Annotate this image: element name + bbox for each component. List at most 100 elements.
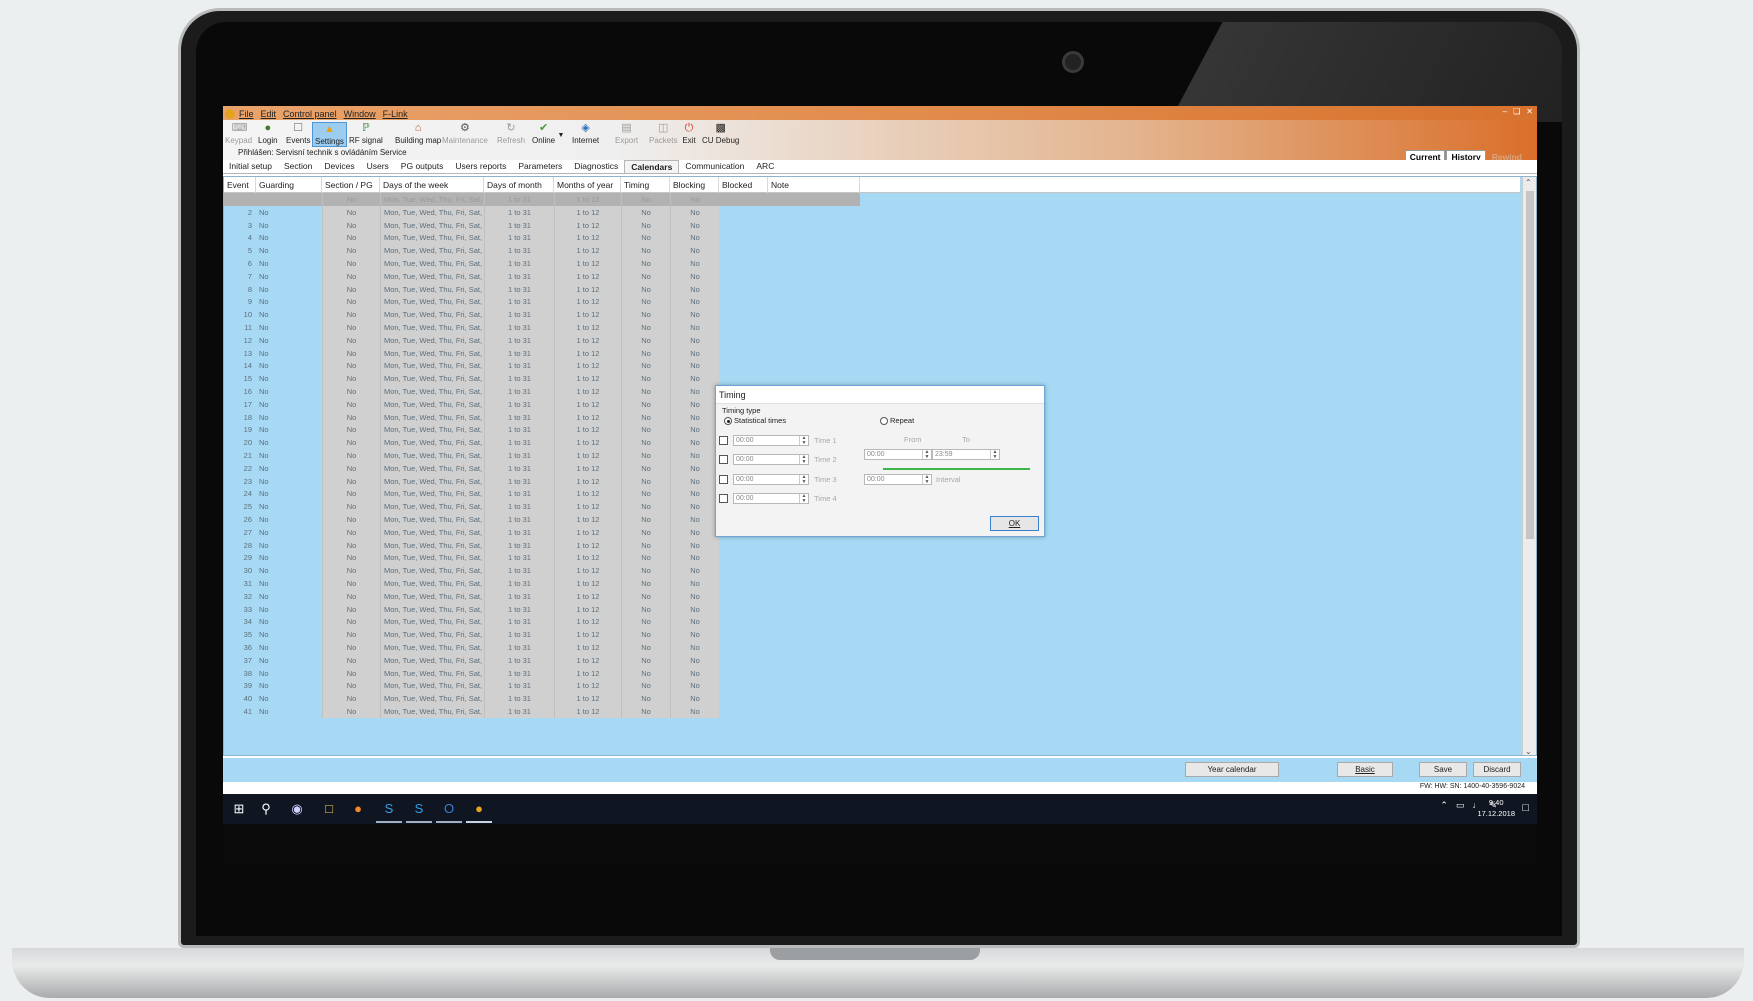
section-pg-cell[interactable]: No [322, 602, 380, 616]
guarding-cell[interactable]: No [256, 641, 322, 654]
days-of-month-cell[interactable]: 1 to 31 [484, 705, 554, 718]
months-of-year-cell[interactable]: 1 to 12 [554, 513, 621, 526]
event-number-cell[interactable]: 30 [224, 564, 256, 577]
blocking-cell[interactable]: No [670, 372, 719, 386]
days-of-week-cell[interactable]: Mon, Tue, Wed, Thu, Fri, Sat, ... [380, 513, 484, 526]
months-of-year-cell[interactable]: 1 to 12 [554, 231, 621, 245]
blocking-cell[interactable]: No [670, 193, 719, 206]
months-of-year-cell[interactable]: 1 to 12 [554, 551, 621, 565]
days-of-month-cell[interactable]: 1 to 31 [484, 692, 554, 706]
section-pg-cell[interactable]: No [322, 244, 380, 258]
table-row[interactable]: 9 No No Mon, Tue, Wed, Thu, Fri, Sat, ... 1 … [224, 295, 1520, 309]
days-of-month-cell[interactable]: 1 to 31 [484, 372, 554, 386]
section-pg-cell[interactable]: No [322, 500, 380, 514]
table-row[interactable]: 30 No No Mon, Tue, Wed, Thu, Fri, Sat, ... 1… [224, 564, 1520, 578]
section-pg-cell[interactable]: No [322, 385, 380, 398]
table-row[interactable]: 39 No No Mon, Tue, Wed, Thu, Fri, Sat, ... 1… [224, 679, 1520, 693]
guarding-cell[interactable]: No [256, 705, 322, 718]
section-pg-cell[interactable]: No [322, 205, 380, 219]
tab-pg-outputs[interactable]: PG outputs [395, 160, 450, 173]
table-row[interactable]: 41 No No Mon, Tue, Wed, Thu, Fri, Sat, ... 1… [224, 705, 1520, 718]
timing-cell[interactable]: No [621, 269, 670, 283]
tab-initial-setup[interactable]: Initial setup [223, 160, 278, 173]
days-of-month-cell[interactable]: 1 to 31 [484, 359, 554, 373]
table-row[interactable]: 2 No No Mon, Tue, Wed, Thu, Fri, Sat, ... 1 … [224, 205, 1520, 219]
blocking-cell[interactable]: No [670, 397, 719, 411]
event-number-cell[interactable]: 2 [224, 206, 256, 219]
months-of-year-cell[interactable]: 1 to 12 [554, 705, 621, 718]
section-pg-cell[interactable]: No [322, 410, 380, 424]
column-header-days-of-month[interactable]: Days of month [484, 177, 554, 193]
timing-cell[interactable]: No [621, 308, 670, 322]
time-2-checkbox[interactable] [719, 455, 728, 464]
event-number-cell[interactable]: 37 [224, 654, 256, 667]
timing-cell[interactable]: No [621, 282, 670, 296]
days-of-week-cell[interactable]: Mon, Tue, Wed, Thu, Fri, Sat, ... [380, 500, 484, 514]
guarding-cell[interactable]: No [256, 219, 322, 232]
notifications-icon[interactable]: □ [1522, 802, 1529, 814]
guarding-cell[interactable]: No [256, 475, 322, 488]
timing-cell[interactable]: No [621, 615, 670, 629]
timing-cell[interactable]: No [621, 602, 670, 616]
days-of-week-cell[interactable]: Mon, Tue, Wed, Thu, Fri, Sat, ... [380, 359, 484, 373]
refresh-button[interactable]: ↻ Refresh [497, 122, 525, 145]
months-of-year-cell[interactable]: 1 to 12 [554, 269, 621, 283]
table-row[interactable]: 38 No No Mon, Tue, Wed, Thu, Fri, Sat, ... 1… [224, 666, 1520, 680]
days-of-month-cell[interactable]: 1 to 31 [484, 423, 554, 437]
days-of-month-cell[interactable]: 1 to 31 [484, 525, 554, 539]
blocking-cell[interactable]: No [670, 679, 719, 693]
events-button[interactable]: ☐ Events [286, 122, 310, 145]
days-of-month-cell[interactable]: 1 to 31 [484, 641, 554, 654]
spinner-icon[interactable]: ▲ ▼ [922, 475, 931, 484]
blocking-cell[interactable]: No [670, 525, 719, 539]
months-of-year-cell[interactable]: 1 to 12 [554, 244, 621, 258]
login-button[interactable]: ● Login [258, 122, 278, 145]
months-of-year-cell[interactable]: 1 to 12 [554, 385, 621, 398]
minimize-icon[interactable]: – [1503, 107, 1507, 116]
blocking-cell[interactable]: No [670, 461, 719, 475]
months-of-year-cell[interactable]: 1 to 12 [554, 308, 621, 322]
event-number-cell[interactable]: 4 [224, 231, 256, 244]
event-number-cell[interactable]: 39 [224, 679, 256, 692]
exit-button[interactable]: ⏻ Exit [682, 122, 696, 145]
days-of-week-cell[interactable]: Mon, Tue, Wed, Thu, Fri, Sat, ... [380, 628, 484, 642]
tab-diagnostics[interactable]: Diagnostics [568, 160, 624, 173]
menu-edit[interactable]: Edit [261, 109, 277, 119]
event-number-cell[interactable]: 34 [224, 615, 256, 628]
months-of-year-cell[interactable]: 1 to 12 [554, 589, 621, 603]
tab-section[interactable]: Section [278, 160, 318, 173]
days-of-week-cell[interactable]: Mon, Tue, Wed, Thu, Fri, Sat, ... [380, 551, 484, 565]
battery-icon[interactable]: ▭ [1456, 800, 1465, 811]
event-number-cell[interactable]: 29 [224, 551, 256, 564]
event-number-cell[interactable]: 23 [224, 475, 256, 488]
column-header-section-pg[interactable]: Section / PG [322, 177, 380, 193]
statistical-times-radio[interactable] [724, 417, 732, 425]
tab-arc[interactable]: ARC [750, 160, 780, 173]
days-of-month-cell[interactable]: 1 to 31 [484, 193, 554, 206]
timing-cell[interactable]: No [621, 589, 670, 603]
table-row[interactable]: 34 No No Mon, Tue, Wed, Thu, Fri, Sat, ... 1… [224, 615, 1520, 629]
table-row[interactable]: No Mon, Tue, Wed, Thu, Fri, Sat, ... 1 to … [224, 193, 1520, 206]
months-of-year-cell[interactable]: 1 to 12 [554, 474, 621, 488]
days-of-week-cell[interactable]: Mon, Tue, Wed, Thu, Fri, Sat, ... [380, 321, 484, 334]
guarding-cell[interactable]: No [256, 615, 322, 628]
timing-cell[interactable]: No [621, 538, 670, 552]
days-of-week-cell[interactable]: Mon, Tue, Wed, Thu, Fri, Sat, ... [380, 449, 484, 462]
event-number-cell[interactable]: 24 [224, 487, 256, 500]
blocking-cell[interactable]: No [670, 359, 719, 373]
section-pg-cell[interactable]: No [322, 577, 380, 590]
timing-cell[interactable]: No [621, 257, 670, 270]
rf-signal-button[interactable]: ℙ RF signal [349, 122, 383, 145]
days-of-week-cell[interactable]: Mon, Tue, Wed, Thu, Fri, Sat, ... [380, 653, 484, 667]
months-of-year-cell[interactable]: 1 to 12 [554, 193, 621, 206]
months-of-year-cell[interactable]: 1 to 12 [554, 525, 621, 539]
days-of-week-cell[interactable]: Mon, Tue, Wed, Thu, Fri, Sat, ... [380, 257, 484, 270]
event-number-cell[interactable]: 22 [224, 462, 256, 475]
time-4-input[interactable]: 00:00 ▲ ▼ [733, 493, 809, 504]
tab-users[interactable]: Users [361, 160, 395, 173]
days-of-month-cell[interactable]: 1 to 31 [484, 244, 554, 258]
restore-icon[interactable]: ❏ [1513, 107, 1520, 116]
event-number-cell[interactable]: 26 [224, 513, 256, 526]
skype-business-icon[interactable]: S [381, 801, 397, 817]
timing-cell[interactable]: No [621, 205, 670, 219]
